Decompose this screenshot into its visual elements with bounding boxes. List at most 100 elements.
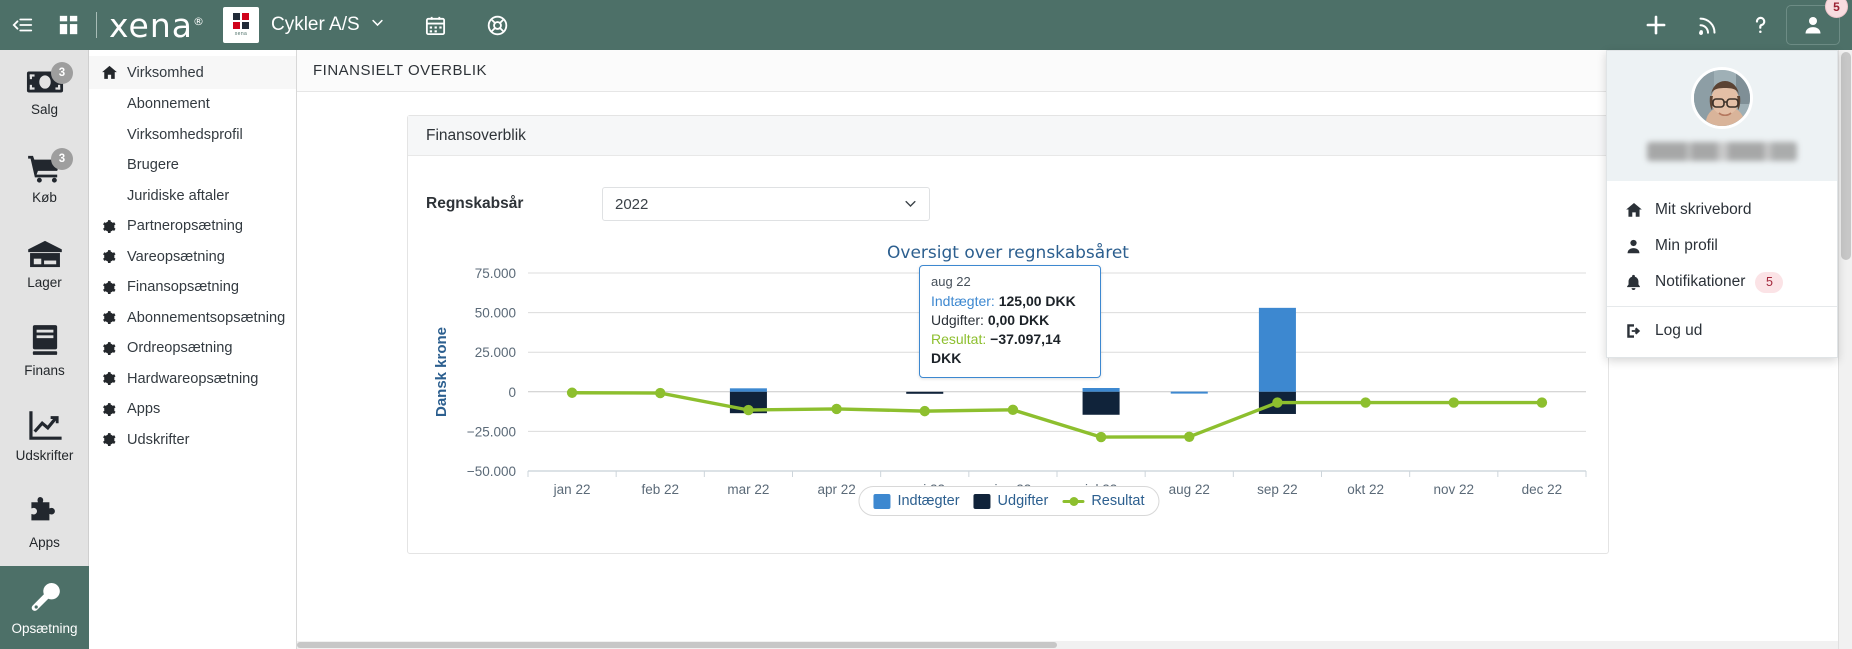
chart-line-point[interactable] [743, 405, 753, 415]
dropdown-item-min-profil[interactable]: Min profil [1607, 228, 1837, 264]
chart-bar[interactable] [1171, 392, 1208, 394]
x-axis-tick-label: sep 22 [1257, 482, 1298, 497]
menu-item-abonnement[interactable]: Abonnement [89, 89, 296, 120]
menu-item-finansopsaetning[interactable]: Finansopsætning [89, 272, 296, 303]
question-mark-icon[interactable] [1734, 0, 1786, 50]
menu-item-udskrifter[interactable]: Udskrifter [89, 425, 296, 456]
fiscal-year-select[interactable]: 2022 [602, 187, 930, 221]
chart-line-icon [28, 411, 62, 441]
menu-label: Abonnementsopsætning [127, 310, 285, 326]
rail-label-finans: Finans [24, 363, 65, 378]
chart-line-point[interactable] [1449, 397, 1459, 407]
menu-item-vareopsaetning[interactable]: Vareopsætning [89, 242, 296, 273]
notifications-count-badge: 5 [1755, 272, 1783, 293]
chart-line-point[interactable] [1272, 397, 1282, 407]
collapse-sidebar-icon[interactable] [0, 0, 46, 50]
chart-bar[interactable] [730, 388, 767, 391]
menu-label: Abonnement [127, 96, 210, 112]
top-navigation-bar: xena® xena Cykler A/S [0, 0, 1852, 50]
legend-label: Resultat [1091, 493, 1144, 509]
chart-line-point[interactable] [831, 404, 841, 414]
gear-icon [101, 341, 127, 356]
legend-item-resultat[interactable]: Resultat [1062, 493, 1144, 509]
chart-line[interactable] [572, 393, 1542, 437]
tooltip-key: Indtægter: [931, 293, 995, 309]
gear-icon [101, 402, 127, 417]
y-axis-tick-label: 75.000 [475, 266, 516, 281]
dropdown-profile-header [1607, 51, 1837, 181]
gear-icon [101, 310, 127, 325]
dropdown-item-log-ud[interactable]: Log ud [1607, 313, 1837, 349]
chart-line-point[interactable] [1360, 397, 1370, 407]
plus-icon[interactable] [1630, 0, 1682, 50]
x-axis-tick-label: mar 22 [727, 482, 769, 497]
wrench-icon [30, 582, 60, 614]
app-grid-icon[interactable] [46, 0, 92, 50]
menu-item-virksomhed[interactable]: Virksomhed [89, 56, 296, 89]
user-avatar-icon [1801, 13, 1825, 37]
menu-item-partneropsaetning[interactable]: Partneropsætning [89, 211, 296, 242]
brand-logo[interactable]: xena® [103, 9, 205, 42]
rail-item-apps[interactable]: Apps [0, 480, 89, 566]
menu-label: Udskrifter [127, 432, 189, 448]
menu-label: Vareopsætning [127, 249, 225, 265]
rail-label-udskrifter: Udskrifter [16, 448, 74, 463]
x-axis-tick-label: dec 22 [1522, 482, 1563, 497]
user-menu-button[interactable]: 5 [1786, 5, 1840, 45]
dropdown-item-notifikationer[interactable]: Notifikationer 5 [1607, 264, 1837, 300]
menu-label: Virksomhed [127, 65, 204, 81]
chart-title: Oversigt over regnskabsåret [426, 243, 1590, 263]
lifebuoy-icon[interactable] [475, 0, 521, 50]
chart-bar[interactable] [1259, 308, 1296, 392]
chart-line-point[interactable] [1184, 432, 1194, 442]
rail-item-salg[interactable]: Salg 3 [0, 50, 89, 136]
menu-item-brugere[interactable]: Brugere [89, 150, 296, 181]
company-selector[interactable]: xena Cykler A/S [223, 0, 385, 50]
home-icon [1625, 201, 1655, 219]
chart-line-point[interactable] [567, 388, 577, 398]
legend-label: Udgifter [998, 493, 1049, 509]
legend-swatch-icon [873, 494, 890, 509]
rail-item-udskrifter[interactable]: Udskrifter [0, 394, 89, 480]
chart-line-point[interactable] [1008, 405, 1018, 415]
rail-label-finans-lager: Lager [27, 275, 62, 290]
rail-item-opsaetning[interactable]: Opsætning [0, 566, 89, 649]
rss-feed-icon[interactable] [1682, 0, 1734, 50]
chart-line-point[interactable] [1537, 397, 1547, 407]
y-axis-tick-label: 0 [508, 385, 516, 400]
menu-item-apps[interactable]: Apps [89, 394, 296, 425]
menu-label: Finansopsætning [127, 279, 239, 295]
menu-item-virksomhedsprofil[interactable]: Virksomhedsprofil [89, 120, 296, 151]
horizontal-scrollbar-thumb[interactable] [297, 642, 1057, 648]
chart-plot-area: 75.00050.00025.0000−25.000−50.000Dansk k… [426, 263, 1592, 508]
horizontal-scrollbar[interactable] [297, 641, 1838, 649]
dropdown-item-label: Notifikationer [1655, 273, 1745, 291]
chart-bar[interactable] [1083, 388, 1120, 392]
chart-bar[interactable] [906, 392, 943, 394]
chart-line-point[interactable] [1096, 432, 1106, 442]
rail-item-koeb[interactable]: Køb 3 [0, 136, 89, 222]
dropdown-item-mit-skrivebord[interactable]: Mit skrivebord [1607, 192, 1837, 228]
calendar-icon[interactable] [413, 0, 459, 50]
vertical-scrollbar[interactable] [1838, 50, 1852, 649]
y-axis-title: Dansk krone [433, 327, 450, 417]
gear-icon [101, 280, 127, 295]
menu-item-hardwareopsaetning[interactable]: Hardwareopsætning [89, 364, 296, 395]
chart-line-point[interactable] [920, 406, 930, 416]
menu-item-abonnementsopsaetning[interactable]: Abonnementsopsætning [89, 303, 296, 334]
chart-line-point[interactable] [655, 388, 665, 398]
menu-item-ordreopsaetning[interactable]: Ordreopsætning [89, 333, 296, 364]
legend-item-udgifter[interactable]: Udgifter [974, 493, 1049, 509]
rail-item-lager[interactable]: Lager [0, 222, 89, 308]
menu-label: Partneropsætning [127, 218, 243, 234]
vertical-scrollbar-thumb[interactable] [1841, 52, 1851, 260]
puzzle-piece-icon [28, 496, 62, 528]
toolbar-divider [96, 12, 97, 38]
chart-bar[interactable] [1083, 392, 1120, 415]
legend-item-indtaegter[interactable]: Indtægter [873, 493, 959, 509]
bell-icon [1625, 273, 1655, 291]
rail-item-finans[interactable]: Finans [0, 308, 89, 394]
x-axis-tick-label: jan 22 [553, 482, 591, 497]
menu-item-juridiske-aftaler[interactable]: Juridiske aftaler [89, 181, 296, 212]
finansoverblik-card: Finansoverblik Regnskabsår 2022 Oversigt [407, 115, 1609, 554]
